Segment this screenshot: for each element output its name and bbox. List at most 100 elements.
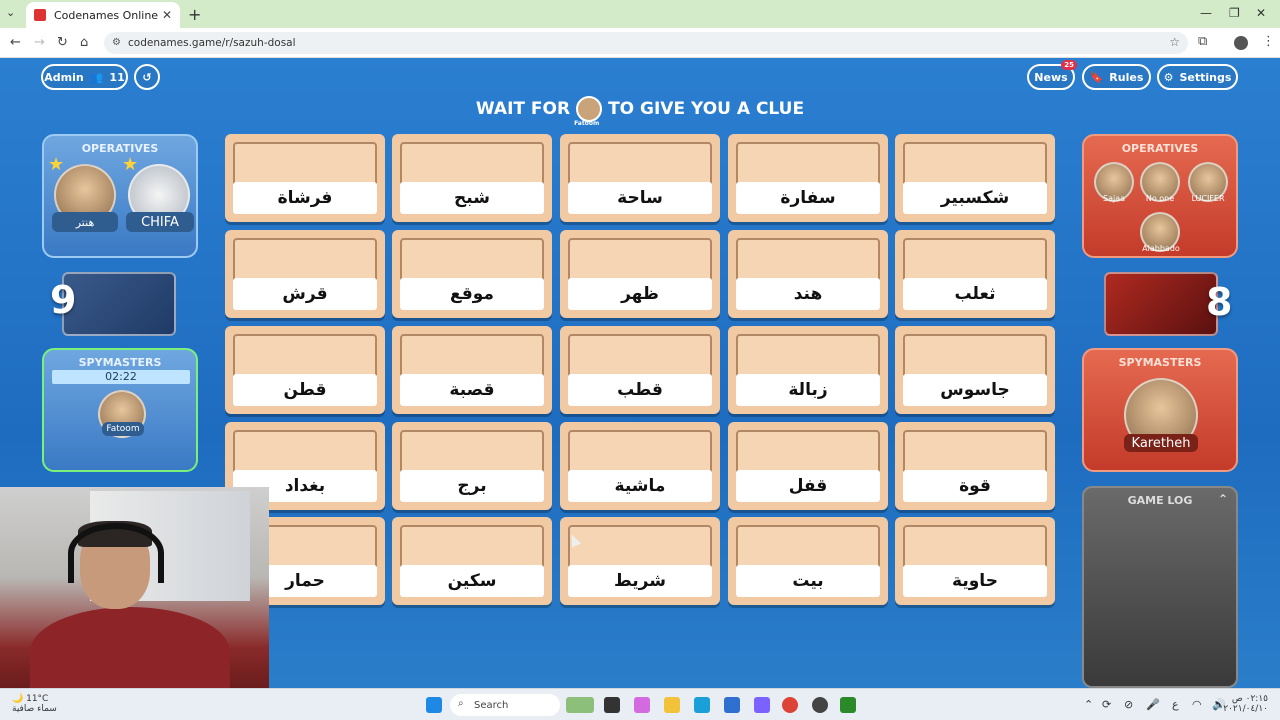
weather-widget[interactable]: 🌙 11°C سماء صافية bbox=[12, 694, 57, 714]
operative-name[interactable]: No one bbox=[1138, 194, 1182, 203]
new-tab-icon[interactable]: + bbox=[188, 5, 201, 24]
red-agent-card bbox=[1104, 272, 1218, 336]
news-button[interactable]: News 25 bbox=[1027, 60, 1077, 90]
browser-tab[interactable]: Codenames Online ✕ bbox=[26, 2, 180, 28]
history-button[interactable]: ↺ bbox=[134, 64, 160, 90]
taskbar: 🌙 11°C سماء صافية ⌕ Search ⌃ ⟳ ⊘ 🎤 ع ◠ 🔊… bbox=[0, 688, 1280, 720]
site-info-icon[interactable]: ⚙ bbox=[112, 37, 121, 48]
store-icon[interactable] bbox=[724, 697, 740, 713]
widget-icon[interactable] bbox=[566, 697, 594, 713]
network-off-icon[interactable]: ⊘ bbox=[1124, 698, 1133, 711]
chevron-up-icon[interactable]: ⌃ bbox=[1218, 492, 1228, 506]
start-icon[interactable] bbox=[426, 697, 442, 713]
clock[interactable]: ٠٢:١٥ ص ٢٠٢١/٠٤/١٠ bbox=[1223, 694, 1268, 714]
word-card[interactable]: موقع bbox=[392, 230, 552, 318]
admin-button[interactable]: Admin 👥 11 bbox=[41, 64, 128, 90]
restore-icon[interactable]: ❐ bbox=[1229, 6, 1240, 20]
word-card[interactable]: شريط bbox=[560, 517, 720, 605]
edge-icon[interactable] bbox=[694, 697, 710, 713]
wifi-icon[interactable]: ◠ bbox=[1192, 698, 1202, 711]
word-card[interactable]: حاوية bbox=[895, 517, 1055, 605]
red-operatives-panel: OPERATIVES Sajaa No one LUCIFER Alabbado bbox=[1082, 134, 1238, 258]
task-view-icon[interactable] bbox=[604, 697, 620, 713]
close-icon[interactable]: ✕ bbox=[162, 8, 172, 22]
file-explorer-icon[interactable] bbox=[664, 697, 680, 713]
sync-icon[interactable]: ⟳ bbox=[1102, 698, 1111, 711]
spymaster-name[interactable]: Karetheh bbox=[1124, 434, 1198, 452]
card-word: شبح bbox=[400, 182, 544, 214]
bookmark-icon: 🔖 bbox=[1089, 70, 1104, 84]
card-word: هند bbox=[736, 278, 880, 310]
word-card[interactable]: جاسوس bbox=[895, 326, 1055, 414]
operative-name[interactable]: Alabbado bbox=[1134, 244, 1188, 253]
reload-icon[interactable]: ↻ bbox=[57, 35, 68, 50]
spymaster-avatar: Fatoom bbox=[574, 96, 603, 127]
menu-icon[interactable]: ⋮ bbox=[1262, 34, 1275, 49]
word-card[interactable]: ساحة bbox=[560, 134, 720, 222]
copilot-icon[interactable] bbox=[634, 697, 650, 713]
spymaster-name[interactable]: Fatoom bbox=[102, 422, 144, 436]
word-card[interactable]: قرش bbox=[225, 230, 385, 318]
home-icon[interactable]: ⌂ bbox=[80, 35, 88, 50]
word-card[interactable]: قطب bbox=[560, 326, 720, 414]
crown-icon: ★ bbox=[48, 154, 65, 175]
microphone-icon[interactable]: 🎤 bbox=[1146, 698, 1160, 711]
discord-icon[interactable] bbox=[754, 697, 770, 713]
word-card[interactable]: شبح bbox=[392, 134, 552, 222]
blue-spymasters-title: SPYMASTERS bbox=[78, 356, 162, 369]
settings-button[interactable]: ⚙ Settings bbox=[1157, 64, 1238, 90]
news-label: News bbox=[1034, 70, 1068, 84]
search-icon: ⌕ bbox=[458, 698, 464, 709]
word-card[interactable]: شكسبير bbox=[895, 134, 1055, 222]
word-card[interactable]: ماشية bbox=[560, 422, 720, 510]
url-text: codenames.game/r/sazuh-dosal bbox=[128, 37, 296, 49]
operative-name[interactable]: هنتر bbox=[52, 212, 118, 232]
language-icon[interactable]: ع bbox=[1172, 698, 1179, 711]
word-card[interactable]: هند bbox=[728, 230, 888, 318]
word-card[interactable]: فرشاة bbox=[225, 134, 385, 222]
address-bar-row: ← → ↻ ⌂ ⚙ codenames.game/r/sazuh-dosal ☆… bbox=[0, 28, 1280, 58]
time: ٠٢:١٥ ص bbox=[1231, 694, 1268, 704]
operative-name[interactable]: LUCIFER bbox=[1184, 194, 1232, 203]
history-icon: ↺ bbox=[142, 70, 152, 84]
word-card[interactable]: برج bbox=[392, 422, 552, 510]
word-card[interactable]: قوة bbox=[895, 422, 1055, 510]
word-card[interactable]: ظهر bbox=[560, 230, 720, 318]
card-word: بيت bbox=[736, 565, 880, 597]
chevron-up-icon[interactable]: ⌃ bbox=[1084, 698, 1093, 711]
card-word: قوة bbox=[903, 470, 1047, 502]
tab-title: Codenames Online bbox=[54, 8, 159, 22]
obs-icon[interactable] bbox=[812, 697, 828, 713]
bookmark-star-icon[interactable]: ☆ bbox=[1169, 35, 1180, 49]
card-word: قطن bbox=[233, 374, 377, 406]
tab-search-icon[interactable]: ⌄ bbox=[6, 6, 15, 19]
extensions-icon[interactable]: ⧉ bbox=[1198, 34, 1207, 49]
chrome-icon[interactable] bbox=[782, 697, 798, 713]
word-card[interactable]: قصبة bbox=[392, 326, 552, 414]
rules-button[interactable]: 🔖 Rules bbox=[1082, 64, 1151, 90]
profile-avatar[interactable] bbox=[1234, 36, 1248, 50]
minimize-icon[interactable]: — bbox=[1200, 6, 1212, 20]
operative-name[interactable]: Sajaa bbox=[1092, 194, 1136, 203]
forward-icon[interactable]: → bbox=[34, 35, 45, 50]
word-card[interactable]: سكين bbox=[392, 517, 552, 605]
gear-icon: ⚙ bbox=[1163, 70, 1174, 84]
taskbar-search[interactable]: ⌕ Search bbox=[450, 694, 560, 716]
search-placeholder: Search bbox=[474, 699, 509, 711]
window-close-icon[interactable]: ✕ bbox=[1256, 6, 1266, 20]
crown-icon: ★ bbox=[122, 154, 139, 175]
app-icon[interactable] bbox=[840, 697, 856, 713]
temperature: 11°C bbox=[26, 694, 49, 704]
word-card[interactable]: قطن bbox=[225, 326, 385, 414]
back-icon[interactable]: ← bbox=[10, 35, 21, 50]
word-card[interactable]: ثعلب bbox=[895, 230, 1055, 318]
word-card[interactable]: قفل bbox=[728, 422, 888, 510]
headphones-icon bbox=[68, 523, 164, 583]
word-card[interactable]: زبالة bbox=[728, 326, 888, 414]
operative-name[interactable]: CHIFA bbox=[126, 212, 194, 232]
word-card[interactable]: سفارة bbox=[728, 134, 888, 222]
weather-text: سماء صافية bbox=[12, 704, 57, 714]
url-field[interactable]: ⚙ codenames.game/r/sazuh-dosal ☆ bbox=[104, 32, 1188, 54]
card-word: ماشية bbox=[568, 470, 712, 502]
word-card[interactable]: بيت bbox=[728, 517, 888, 605]
